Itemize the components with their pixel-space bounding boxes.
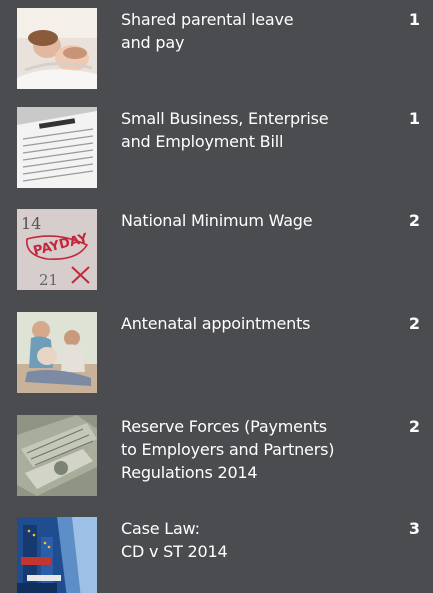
entry-page-number: 1 [408,10,420,29]
entry-title: Case Law: CD v ST 2014 [121,519,228,561]
entry-title: Small Business, Enterprise and Employmen… [121,109,329,151]
payday-calendar-image: 14 PAYDAY 21 [17,209,97,290]
eu-flags-image [17,517,97,593]
entry-title: Reserve Forces (Payments to Employers an… [121,417,335,482]
entry-page-number: 2 [408,211,420,230]
entry-page-number: 2 [408,314,420,333]
entry-title: Shared parental leave and pay [121,10,294,52]
pregnant-family-image [17,312,97,393]
entry-title: National Minimum Wage [121,211,313,230]
entry-title: Antenatal appointments [121,314,311,333]
document-paper-image [17,107,97,188]
entry-page-number: 3 [408,519,420,538]
svg-text:21: 21 [39,271,58,289]
svg-text:14: 14 [21,214,41,233]
parent-baby-image [17,8,97,89]
entry-page-number: 2 [408,417,420,436]
banknotes-image [17,415,97,496]
entry-page-number: 1 [408,109,420,128]
table-of-contents: Shared parental leave and pay 1 Small Bu… [0,0,433,593]
